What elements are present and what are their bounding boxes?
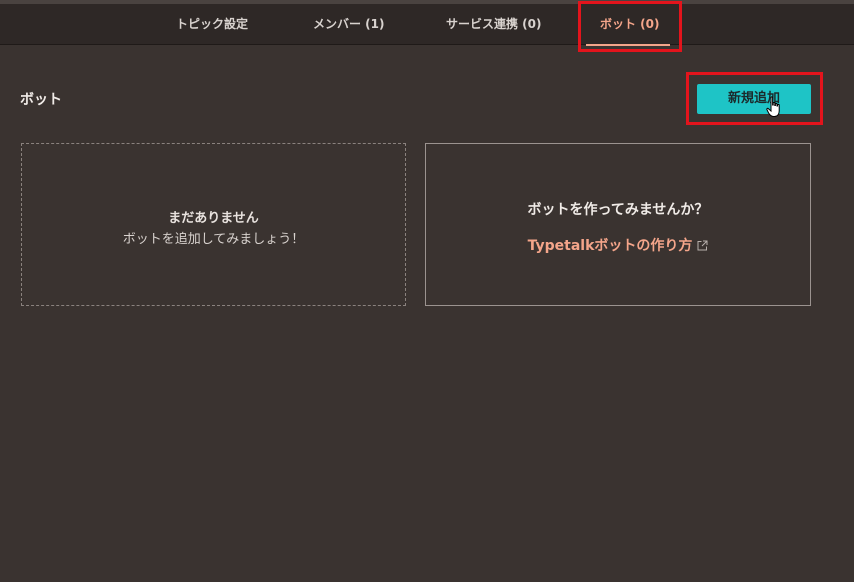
highlight-box-tab [578,1,682,52]
bot-howto-link[interactable]: Typetalkボットの作り方 [426,235,810,255]
hand-cursor-icon [766,96,780,117]
empty-state-title: まだありません [168,211,259,226]
external-link-icon [697,240,708,251]
tab-service-integrations[interactable]: サービス連携 (0) [446,4,542,44]
tab-bar: トピック設定 メンバー (1) サービス連携 (0) ボット (0) [0,4,854,46]
empty-state-subtitle: ボットを追加してみましょう！ [122,232,305,247]
tab-members[interactable]: メンバー (1) [313,4,385,44]
page-title: ボット [20,92,62,108]
create-bot-card: ボットを作ってみませんか？ Typetalkボットの作り方 [425,143,811,306]
tab-topic-settings[interactable]: トピック設定 [176,4,248,44]
empty-state-card: まだありません ボットを追加してみましょう！ [21,143,406,306]
highlight-box-button [686,72,823,125]
bot-howto-link-label[interactable]: Typetalkボットの作り方 [528,238,693,254]
create-bot-title: ボットを作ってみませんか？ [527,202,709,218]
